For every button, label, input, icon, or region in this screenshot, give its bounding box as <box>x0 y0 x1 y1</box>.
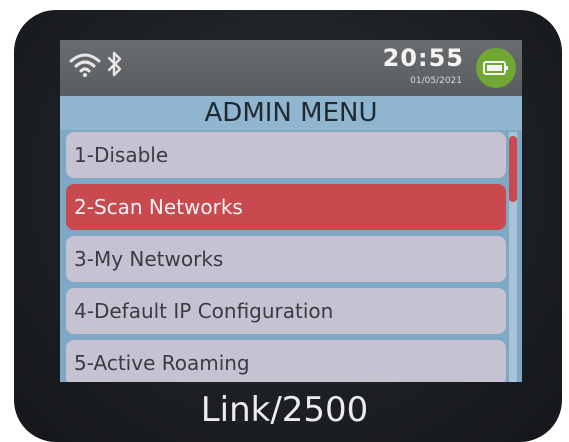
status-bar: 20:55 01/05/2021 <box>60 40 522 96</box>
page-title: ADMIN MENU <box>60 96 522 130</box>
menu-list: 1-Disable 2-Scan Networks 3-My Networks … <box>66 132 506 382</box>
clock-time: 20:55 <box>382 44 464 72</box>
screen: 20:55 01/05/2021 ADMIN MENU 1-Disable 2-… <box>60 40 522 382</box>
menu-item-default-ip-configuration[interactable]: 4-Default IP Configuration <box>66 288 506 334</box>
menu-item-my-networks[interactable]: 3-My Networks <box>66 236 506 282</box>
battery-icon <box>476 48 516 88</box>
scrollbar-thumb[interactable] <box>509 136 517 202</box>
menu-item-scan-networks[interactable]: 2-Scan Networks <box>66 184 506 230</box>
menu-item-disable[interactable]: 1-Disable <box>66 132 506 178</box>
bluetooth-icon <box>107 51 122 77</box>
clock-date: 01/05/2021 <box>410 76 462 86</box>
device: 20:55 01/05/2021 ADMIN MENU 1-Disable 2-… <box>0 0 569 442</box>
menu-item-active-roaming[interactable]: 5-Active Roaming <box>66 340 506 382</box>
wifi-icon <box>69 53 101 77</box>
device-model-label: Link/2500 <box>200 390 369 430</box>
